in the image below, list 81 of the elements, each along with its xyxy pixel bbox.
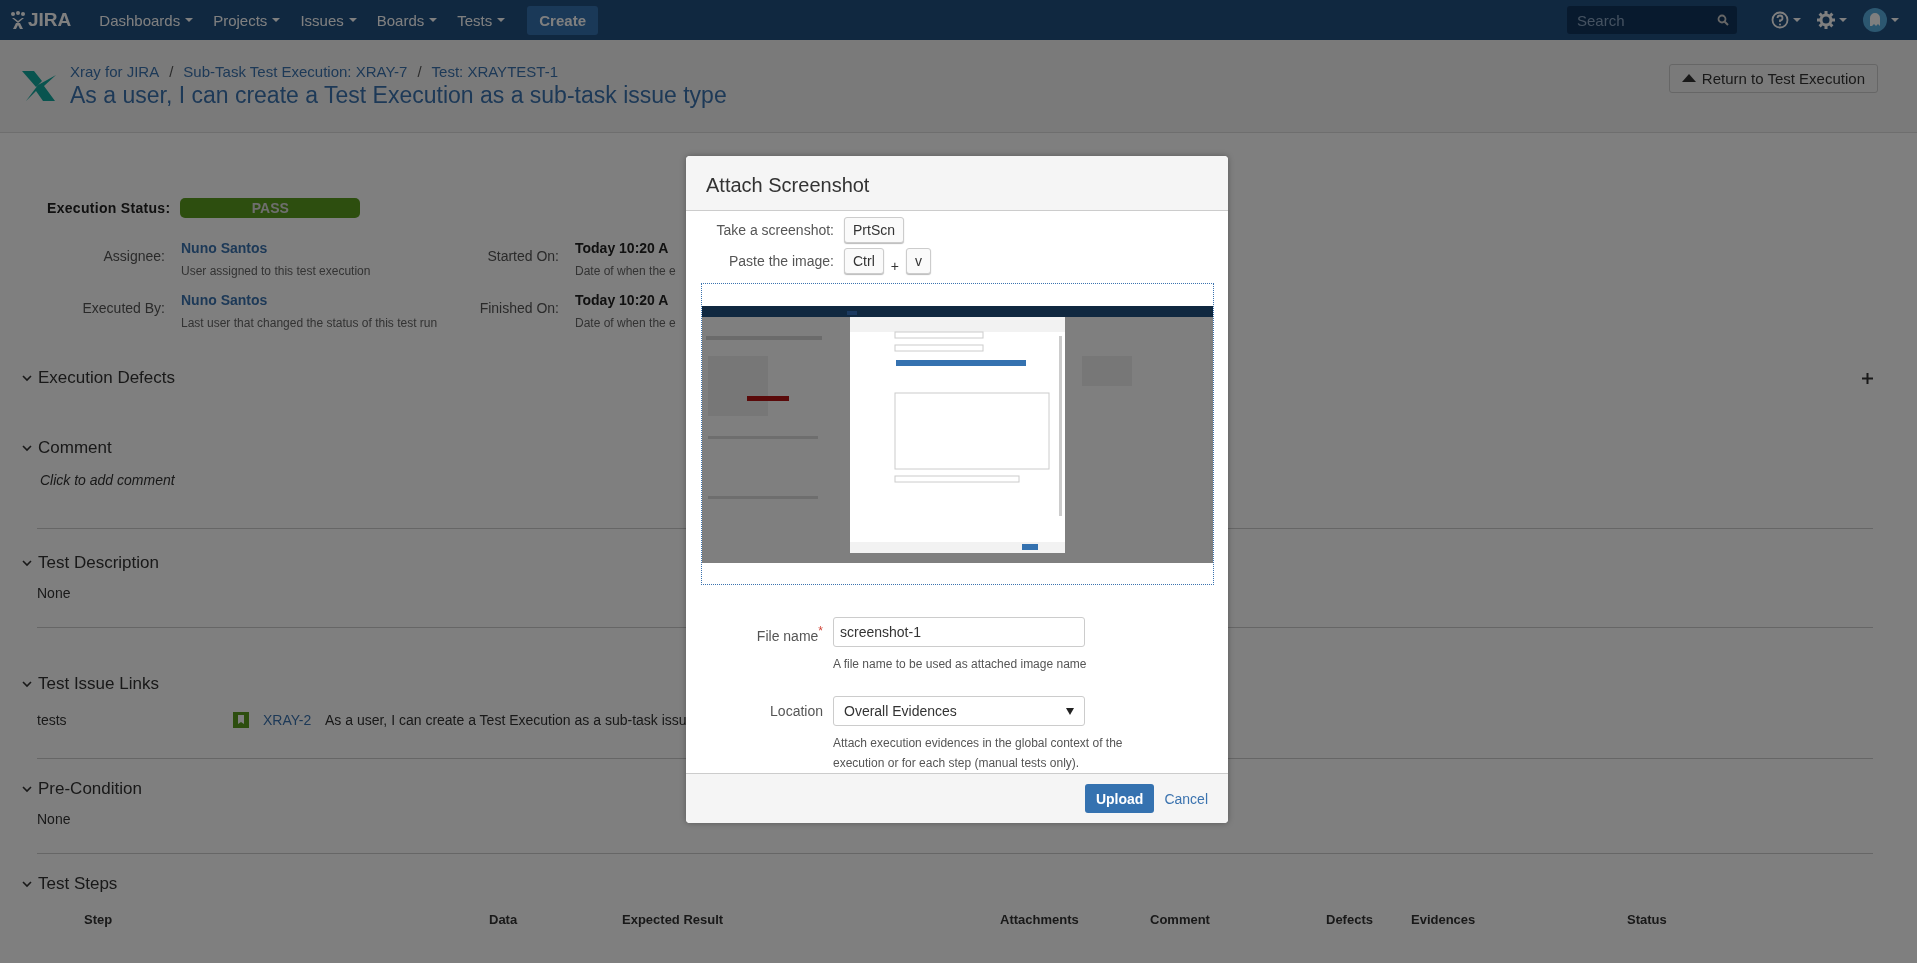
chevron-down-icon[interactable] [22,558,32,568]
date-value: Today 10:20 A [575,292,670,308]
link-relation: tests [37,712,68,728]
section-title[interactable]: Execution Defects [38,368,175,388]
column-header: Attachments [1000,912,1080,927]
test-issue-icon [233,712,249,728]
field-hint: Date of when the e [575,316,676,330]
nav-menu[interactable]: Projects [203,0,291,40]
nav-menu[interactable]: Tests [447,0,516,40]
plus-icon[interactable] [1862,372,1873,384]
help-icon [1771,11,1789,29]
chevron-down-icon[interactable] [22,784,32,794]
issue-key-link[interactable]: XRAY-2 [263,712,325,728]
section-title[interactable]: Test Issue Links [38,674,159,694]
section-title[interactable]: Comment [38,438,112,458]
issue-summary: As a user, I can create a Test Execution as a sub-task issu [325,712,687,728]
field-hint: Date of when the e [575,264,676,278]
date-value: Today 10:20 A [575,240,670,256]
keyboard-key: v [905,248,931,275]
section-title[interactable]: Test Description [38,553,159,573]
field-label: Assignee: [102,247,165,266]
search-icon [1717,14,1729,26]
chevron-down-icon[interactable] [22,443,32,453]
dialog-title: Attach Screenshot [706,173,870,197]
column-header: Defects [1326,912,1374,927]
keyboard-key: Ctrl [844,248,884,275]
paste-area[interactable] [701,283,1214,586]
people-icon [10,11,26,29]
create-button[interactable]: Create [527,5,598,35]
breadcrumb-separator: / [417,63,422,80]
nav-menu[interactable]: Boards [366,0,448,40]
section-text: None [37,585,71,601]
upload-button[interactable]: Upload [1084,784,1155,814]
chevron-down-icon[interactable] [22,373,32,383]
field-label: Location [769,702,823,722]
column-header: Expected Result [622,912,725,927]
cancel-link[interactable]: Cancel [1164,790,1208,807]
search-input[interactable]: Search [1575,10,1717,30]
column-header: Status [1627,912,1668,927]
field-hint: User assigned to this test execution [181,264,371,278]
section-text: None [37,811,71,827]
breadcrumb-link[interactable]: Sub-Task Test Execution: XRAY-7 [183,63,408,80]
field-hint: Last user that changed the status of this test run [181,316,438,330]
dropdown-arrow-icon [1066,707,1074,715]
xray-logo-icon [22,71,56,101]
nav-menu[interactable]: Issues [290,0,367,40]
add-comment-link[interactable]: Click to add comment [40,472,1873,488]
jira-logo[interactable]: JIRA [10,9,72,31]
user-link[interactable]: Nuno Santos [181,292,431,308]
chevron-down-icon[interactable] [22,879,32,889]
breadcrumb-separator: / [169,63,174,80]
search-field[interactable]: Search [1567,6,1737,34]
field-hint: A file name to be used as attached image name [833,656,1088,674]
nav-menu[interactable]: Dashboards [89,0,204,40]
file-name-input[interactable]: screenshot-1 [833,617,1085,648]
keyboard-key: PrtScn [844,217,904,244]
section-title[interactable]: Test Steps [38,874,118,894]
triangle-up-icon [1681,74,1696,82]
shortcut-label: Take a screenshot: [715,222,834,239]
field-hint: Attach execution evidences in the global context of the execution or for each step (manual tests only). [833,735,1123,773]
shortcut-label: Paste the image: [727,253,834,270]
field-label: Executed By: [81,299,165,318]
plus-sign: + [890,258,899,275]
column-header: Evidences [1411,912,1477,927]
field-label: Finished On: [478,299,559,318]
user-link[interactable]: Nuno Santos [181,240,431,256]
breadcrumb-link[interactable]: Test: XRAYTEST-1 [431,63,558,80]
column-header: Step [84,912,114,927]
section-title[interactable]: Pre-Condition [38,779,142,799]
column-header: Data [489,912,519,927]
return-button[interactable]: Return to Test Execution [1668,63,1878,93]
breadcrumb-link[interactable]: Xray for JIRA [70,63,160,80]
field-label: File name$^{*}$ [755,623,823,647]
location-select[interactable]: Overall Evidences [833,696,1085,727]
settings-icon [1817,11,1835,29]
field-label: Started On: [486,247,559,266]
column-header: Comment [1150,912,1211,927]
chevron-down-icon[interactable] [22,679,32,689]
page-title: As a user, I can create a Test Execution as a sub-task issue type [70,82,727,109]
status-label: Execution Status: [47,200,171,216]
avatar-icon [1863,8,1887,32]
